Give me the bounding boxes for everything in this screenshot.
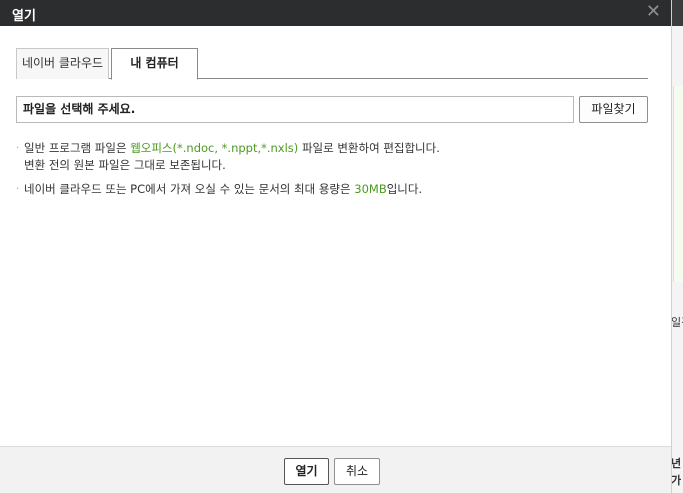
dialog-titlebar: 열기 ✕ (0, 0, 671, 26)
tab-my-computer[interactable]: 내 컴퓨터 (111, 48, 198, 80)
tab-naver-cloud[interactable]: 네이버 클라우드 (16, 48, 109, 79)
note-text: 입니다. (386, 182, 423, 196)
dialog-title: 열기 (12, 9, 36, 24)
cancel-button[interactable]: 취소 (334, 458, 380, 485)
note-highlight: 웹오피스(*.ndoc, *.nppt,*.nxls) (130, 141, 299, 155)
bullet-icon: · (16, 143, 20, 154)
note-text: 파일로 변환하여 편집합니다. (298, 141, 440, 155)
background-text: 가 (671, 474, 682, 487)
background-panel (673, 86, 683, 282)
note-convert: · 일반 프로그램 파일은 웹오피스(*.ndoc, *.nppt,*.nxls… (16, 140, 656, 174)
note-text: 일반 프로그램 파일은 (24, 141, 131, 155)
bullet-icon: · (16, 184, 20, 195)
note-max-size: · 네이버 클라우드 또는 PC에서 가져 오실 수 있는 문서의 최대 용량은… (16, 181, 656, 198)
find-file-button[interactable]: 파일찾기 (579, 96, 648, 123)
background-text: 일김 (671, 316, 683, 329)
notes-list: · 일반 프로그램 파일은 웹오피스(*.ndoc, *.nppt,*.nxls… (16, 140, 656, 205)
background-header (672, 0, 683, 26)
source-tabs: 네이버 클라우드 내 컴퓨터 (16, 48, 648, 80)
background-page-edge: 일김 년 가 (671, 0, 683, 493)
dialog-footer: 열기 취소 (0, 446, 671, 493)
open-button[interactable]: 열기 (284, 458, 329, 485)
note-highlight: 30MB (354, 182, 387, 196)
file-path-field[interactable]: 파일을 선택해 주세요. (16, 96, 574, 123)
note-text: 변환 전의 원본 파일은 그대로 보존됩니다. (24, 158, 226, 172)
open-dialog: 열기 ✕ 네이버 클라우드 내 컴퓨터 파일을 선택해 주세요. 파일찾기 · … (0, 0, 671, 493)
close-icon[interactable]: ✕ (646, 2, 661, 22)
background-text: 년 (671, 457, 682, 470)
note-text: 네이버 클라우드 또는 PC에서 가져 오실 수 있는 문서의 최대 용량은 (24, 182, 355, 196)
